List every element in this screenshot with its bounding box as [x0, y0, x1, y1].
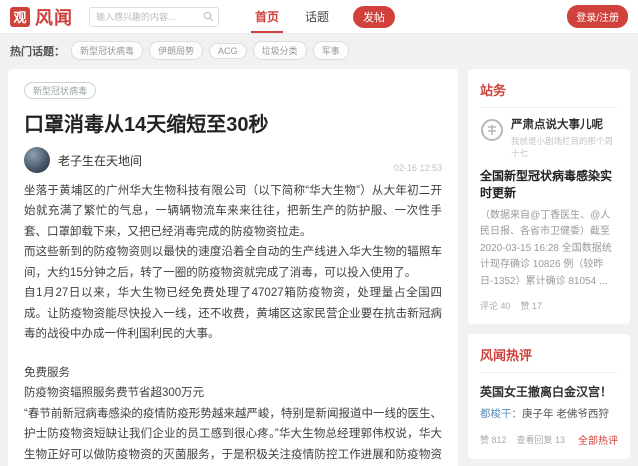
post-button[interactable]: 发帖 — [353, 6, 395, 28]
nav-tab-home[interactable]: 首页 — [255, 0, 279, 33]
author-name[interactable]: 老子生在天地间 — [58, 152, 142, 169]
comments-count[interactable]: 评论 40 — [480, 299, 511, 312]
hot-replies-count[interactable]: 查看回复 13 — [517, 433, 566, 446]
topic-pill-military[interactable]: 军事 — [313, 41, 349, 60]
site-notice-header: 站务 — [480, 80, 618, 108]
search-box[interactable] — [89, 7, 219, 27]
hot-topics-bar: 热门话题： 新型冠状病毒 伊朗局势 ACG 垃圾分类 军事 — [0, 34, 638, 65]
search-input[interactable] — [96, 12, 203, 22]
likes-count[interactable]: 赞 17 — [521, 299, 543, 312]
article-paragraph: 防疫物资辐照服务费节省超300万元 — [24, 383, 442, 403]
topic-pill-acg[interactable]: ACG — [209, 43, 247, 59]
site-notice-card: 站务 严肃点说大事儿呢 我就是小剧场栏目的那个周十七 全国新型冠状病毒感染实时更… — [468, 69, 630, 324]
hot-meta-row: 赞 812 查看回复 13 全部热评 — [480, 432, 618, 447]
article-paragraph: “春节前新冠病毒感染的疫情防疫形势越来越严峻，特别是新闻报道中一线的医生、护士防… — [24, 404, 442, 466]
hot-likes-count[interactable]: 赞 812 — [480, 433, 507, 446]
notice-meta-row: 评论 40 赞 17 — [480, 299, 618, 312]
article-paragraph: 坐落于黄埔区的广州华大生物科技有限公司（以下简称“华大生物”）从大年初二开始就充… — [24, 181, 442, 242]
author-avatar[interactable] — [24, 147, 50, 173]
hot-post-title[interactable]: 英国女王撤离白金汉宫！ — [480, 383, 618, 400]
main-nav: 首页 话题 — [255, 0, 329, 33]
site-logo-text[interactable]: 风闻 — [35, 4, 73, 30]
article-paragraph: 自1月27日以来，华大生物已经免费处理了47027箱防疫物资，处理量占全国四成。… — [24, 283, 442, 344]
topic-pill-garbage[interactable]: 垃圾分类 — [253, 41, 307, 60]
all-hot-comments-link[interactable]: 全部热评 — [578, 432, 618, 447]
article-tag[interactable]: 新型冠状病毒 — [24, 82, 96, 99]
top-bar: 观 风闻 首页 话题 发帖 登录/注册 — [0, 0, 638, 34]
login-register-button[interactable]: 登录/注册 — [567, 5, 628, 28]
hot-comment-text: 庚子年 老佛爷西狩 — [522, 408, 609, 420]
nav-tab-topics[interactable]: 话题 — [305, 0, 329, 33]
topic-pill-iran[interactable]: 伊朗局势 — [149, 41, 203, 60]
hot-comments-header: 风闻热评 — [480, 345, 618, 373]
covid-update-excerpt: （数据来自@丁香医生、@人民日报、各省市卫健委）截至 2020-03-15 16… — [480, 208, 618, 291]
hot-comment-user[interactable]: 都梭干： — [480, 408, 522, 420]
search-icon[interactable] — [203, 11, 214, 22]
author-row: 老子生在天地间 02-16 12:53 — [24, 147, 442, 173]
topic-pill-covid[interactable]: 新型冠状病毒 — [71, 41, 143, 60]
hot-topics-label: 热门话题： — [10, 43, 65, 59]
article-card: 新型冠状病毒 口罩消毒从14天缩短至30秒 老子生在天地间 02-16 12:5… — [8, 69, 458, 466]
covid-update-link[interactable]: 全国新型冠状病毒感染实时更新 — [480, 168, 618, 202]
hot-comments-card: 风闻热评 英国女王撤离白金汉宫！ 都梭干：庚子年 老佛爷西狩 赞 812 查看回… — [468, 334, 630, 459]
site-logo-icon[interactable]: 观 — [10, 7, 30, 27]
hot-comment: 都梭干：庚子年 老佛爷西狩 — [480, 407, 618, 423]
page-content: 新型冠状病毒 口罩消毒从14天缩短至30秒 老子生在天地间 02-16 12:5… — [0, 65, 638, 466]
article-body: 坐落于黄埔区的广州华大生物科技有限公司（以下简称“华大生物”）从大年初二开始就充… — [24, 181, 442, 466]
article-paragraph: 免费服务 — [24, 363, 442, 383]
article-title: 口罩消毒从14天缩短至30秒 — [24, 108, 442, 137]
notice-title[interactable]: 严肃点说大事儿呢 — [511, 118, 618, 133]
notice-item[interactable]: 严肃点说大事儿呢 我就是小剧场栏目的那个周十七 — [480, 118, 618, 159]
article-paragraph: 而这些新到的防疫物资则以最快的速度沿着全自动的生产线进入华大生物的辐照车间，大约… — [24, 242, 442, 283]
article-timestamp: 02-16 12:53 — [394, 163, 442, 173]
notice-subtitle: 我就是小剧场栏目的那个周十七 — [511, 135, 618, 159]
sidebar: 站务 严肃点说大事儿呢 我就是小剧场栏目的那个周十七 全国新型冠状病毒感染实时更… — [468, 69, 630, 466]
seal-icon — [480, 118, 504, 142]
